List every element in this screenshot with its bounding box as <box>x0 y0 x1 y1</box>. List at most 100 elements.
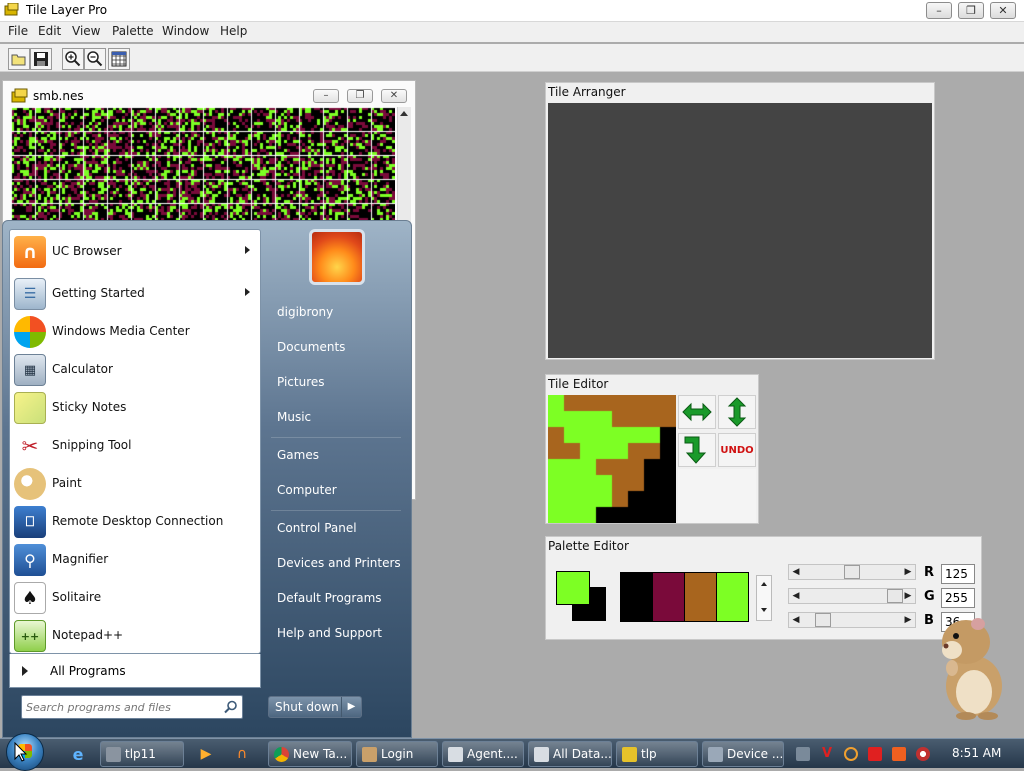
blue-slider[interactable]: ◀ ▶ <box>788 612 916 628</box>
palette-up-arrow-icon[interactable] <box>761 582 767 586</box>
open-folder-icon <box>11 54 26 66</box>
taskbar-clock[interactable]: 8:51 AM <box>952 746 1001 760</box>
start-link-music[interactable]: Music <box>277 410 311 424</box>
start-item-remote-desktop[interactable]: ⎕ Remote Desktop Connection <box>10 504 260 540</box>
start-link-games[interactable]: Games <box>277 448 319 462</box>
start-link-documents[interactable]: Documents <box>277 340 345 354</box>
palette-swatch-3[interactable] <box>684 572 717 622</box>
start-link-default-programs[interactable]: Default Programs <box>277 591 382 605</box>
foreground-color-swatch[interactable] <box>556 571 590 605</box>
start-item-magnifier[interactable]: ⚲ Magnifier <box>10 542 260 578</box>
start-item-solitaire[interactable]: ♠ Solitaire <box>10 580 260 616</box>
start-item-uc-browser[interactable]: ∩ UC Browser <box>10 234 260 270</box>
tile-arranger-title: Tile Arranger <box>548 85 626 99</box>
start-item-calculator[interactable]: ▦ Calculator <box>10 352 260 388</box>
horizontal-arrows-icon <box>682 402 712 422</box>
grid-button[interactable] <box>108 48 130 70</box>
taskbar-item-all-data[interactable]: All Data... <box>528 741 612 767</box>
snipping-tool-icon: ✂ <box>14 430 46 462</box>
mouse-cursor-icon <box>14 742 28 762</box>
shut-down-label: Shut down <box>275 700 339 714</box>
palette-spinner[interactable] <box>756 575 772 621</box>
tray-icon-1[interactable] <box>796 747 810 761</box>
start-item-getting-started[interactable]: ☰ Getting Started <box>10 276 260 312</box>
tile-editor-window: Tile Editor UNDO <box>545 374 759 524</box>
start-link-pictures[interactable]: Pictures <box>277 375 325 389</box>
close-button[interactable]: ✕ <box>990 2 1016 19</box>
taskbar-item-chrome[interactable]: New Ta... <box>268 741 352 767</box>
zoom-in-button[interactable] <box>62 48 84 70</box>
antivirus-tray-icon[interactable]: V <box>820 747 834 761</box>
tray-icon-5[interactable] <box>892 747 906 761</box>
search-input[interactable] <box>26 699 216 715</box>
minimize-button[interactable]: – <box>926 2 952 19</box>
taskbar-item-tlp11[interactable]: tlp11 <box>100 741 184 767</box>
start-item-label: Snipping Tool <box>52 438 132 452</box>
start-item-snipping-tool[interactable]: ✂ Snipping Tool <box>10 428 260 464</box>
palette-swatch-1[interactable] <box>620 572 653 622</box>
shut-down-options-arrow-icon[interactable]: ▶ <box>341 697 361 717</box>
start-link-devices-printers[interactable]: Devices and Printers <box>277 556 401 570</box>
red-label: R <box>924 565 935 580</box>
tile-layer-app-icon <box>4 3 19 16</box>
zoom-out-button[interactable] <box>84 48 106 70</box>
grid-icon <box>111 51 127 67</box>
rotate-button[interactable] <box>678 433 716 467</box>
flag-tray-icon[interactable] <box>868 747 882 761</box>
menu-edit[interactable]: Edit <box>38 24 61 38</box>
maximize-button[interactable]: ❐ <box>958 2 984 19</box>
red-slider[interactable]: ◀ ▶ <box>788 564 916 580</box>
start-link-computer[interactable]: Computer <box>277 483 337 497</box>
all-programs-button[interactable]: All Programs <box>9 654 261 688</box>
taskbar-item-tlp[interactable]: tlp <box>616 741 698 767</box>
taskbar-item-agent[interactable]: Agent.... <box>442 741 524 767</box>
start-item-notepad-plus[interactable]: ++ Notepad++ <box>10 618 260 654</box>
taskbar-item-device[interactable]: Device ... <box>702 741 784 767</box>
menu-view[interactable]: View <box>72 24 100 38</box>
green-label: G <box>924 589 935 604</box>
undo-button[interactable]: UNDO <box>718 433 756 467</box>
menu-window[interactable]: Window <box>162 24 209 38</box>
flip-horizontal-button[interactable] <box>678 395 716 429</box>
shut-down-button[interactable]: Shut down ▶ <box>268 696 362 718</box>
start-item-paint[interactable]: Paint <box>10 466 260 502</box>
palette-swatch-2[interactable] <box>652 572 685 622</box>
start-item-label: Getting Started <box>52 286 145 300</box>
green-slider[interactable]: ◀ ▶ <box>788 588 916 604</box>
tray-icon-6[interactable] <box>916 747 930 761</box>
internet-explorer-pin[interactable]: e <box>66 742 90 766</box>
green-value-field[interactable]: 255 <box>941 588 975 608</box>
media-player-pin[interactable]: ▶ <box>194 742 218 766</box>
start-item-windows-media-center[interactable]: Windows Media Center <box>10 314 260 350</box>
uc-browser-pin[interactable]: ∩ <box>230 742 254 766</box>
chrome-icon <box>274 747 289 762</box>
tile-arranger-canvas[interactable] <box>548 103 932 358</box>
scroll-up-arrow-icon[interactable] <box>400 111 408 116</box>
palette-swatch-4[interactable] <box>716 572 749 622</box>
palette-down-arrow-icon[interactable] <box>761 608 767 612</box>
open-button[interactable] <box>8 48 30 70</box>
rom-close-button[interactable]: ✕ <box>381 89 407 103</box>
menu-palette[interactable]: Palette <box>112 24 154 38</box>
start-item-sticky-notes[interactable]: Sticky Notes <box>10 390 260 426</box>
rom-minimize-button[interactable]: – <box>313 89 339 103</box>
start-search-box[interactable] <box>21 695 243 719</box>
rom-restore-button[interactable]: ❐ <box>347 89 373 103</box>
start-link-user[interactable]: digibrony <box>277 305 333 319</box>
red-value-field[interactable]: 125 <box>941 564 975 584</box>
search-tray-icon[interactable] <box>844 747 858 761</box>
tile-editor-canvas[interactable] <box>548 395 676 523</box>
user-picture-icon[interactable] <box>309 229 365 285</box>
taskbar-item-label: Login <box>381 747 414 761</box>
flip-vertical-button[interactable] <box>718 395 756 429</box>
start-link-control-panel[interactable]: Control Panel <box>277 521 357 535</box>
menu-help[interactable]: Help <box>220 24 247 38</box>
rom-tile-grid[interactable] <box>11 107 395 223</box>
vertical-arrows-icon <box>727 397 747 427</box>
menu-file[interactable]: File <box>8 24 28 38</box>
save-button[interactable] <box>30 48 52 70</box>
start-item-label: Solitaire <box>52 590 102 604</box>
taskbar-item-login[interactable]: Login <box>356 741 438 767</box>
start-link-help-support[interactable]: Help and Support <box>277 626 382 640</box>
search-icon <box>224 700 237 714</box>
